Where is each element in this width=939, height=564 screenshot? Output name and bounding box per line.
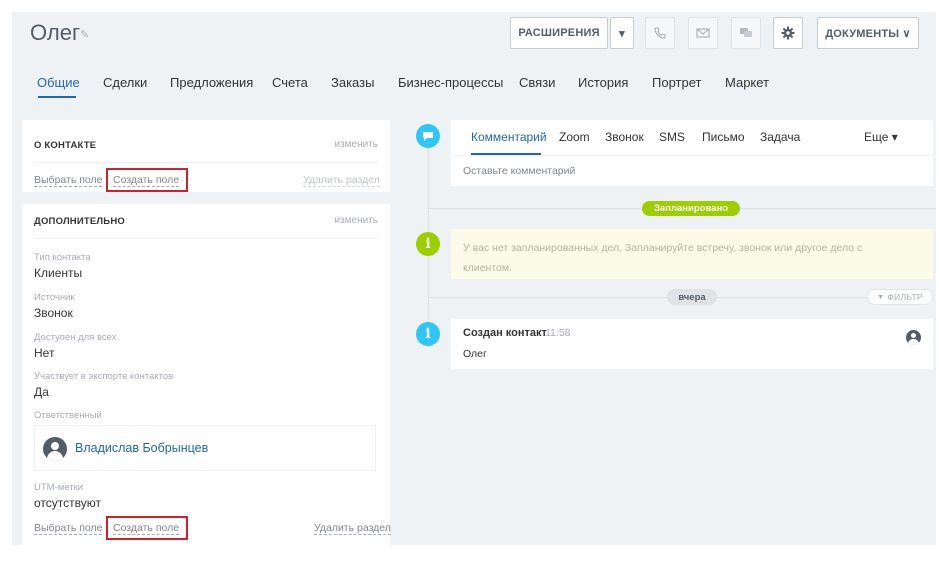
chat-bubbles-icon xyxy=(740,28,752,37)
chat-button[interactable] xyxy=(731,17,761,49)
field-label: Участвует в экспорте контактов xyxy=(34,371,174,382)
field-value: отсутствуют xyxy=(34,496,101,510)
delete-section-link[interactable]: Удалить раздел xyxy=(314,522,391,535)
avatar xyxy=(43,437,67,461)
info-icon: i xyxy=(416,232,440,256)
editor-tab-email[interactable]: Письмо xyxy=(702,130,745,144)
edit-title-icon[interactable]: ✎ xyxy=(80,28,89,41)
crm-contact-card: Олег ✎ РАСШИРЕНИЯ ▾ ДОКУМЕНТЫ ∨ Общие Сд… xyxy=(12,12,936,545)
main-tabs: Общие Сделки Предложения Счета Заказы Би… xyxy=(12,75,936,99)
activity-editor: Комментарий Zoom Звонок SMS Письмо Задач… xyxy=(451,120,933,186)
tab-deals[interactable]: Сделки xyxy=(103,75,147,90)
tab-invoices[interactable]: Счета xyxy=(272,75,308,90)
documents-button[interactable]: ДОКУМЕНТЫ ∨ xyxy=(817,17,919,49)
field-label: UTM-метки xyxy=(34,482,84,493)
history-divider xyxy=(429,297,867,298)
phone-icon xyxy=(654,27,666,39)
field-label: Ответственный xyxy=(34,410,102,421)
history-item: Создан контакт 11:58 Олег xyxy=(451,319,933,369)
panel-divider xyxy=(34,162,378,163)
tab-quotes[interactable]: Предложения xyxy=(170,75,253,90)
comment-input[interactable]: Оставьте комментарий xyxy=(463,165,575,177)
select-field-link[interactable]: Выбрать поле xyxy=(34,522,103,535)
info-icon: i xyxy=(416,322,440,346)
comment-icon xyxy=(416,124,440,148)
history-item-time: 11:58 xyxy=(545,327,571,339)
select-field-link[interactable]: Выбрать поле xyxy=(34,174,103,187)
planned-notice-text: У вас нет запланированных дел. Запланиру… xyxy=(463,242,863,274)
contact-info-panel: О КОНТАКТЕ изменить Выбрать поле Создать… xyxy=(22,120,390,192)
email-button[interactable] xyxy=(688,17,718,49)
highlight-box xyxy=(106,168,188,192)
field-value: Звонок xyxy=(34,306,73,320)
history-item-contact[interactable]: Олег xyxy=(463,348,487,360)
panel-divider xyxy=(34,238,378,239)
filter-button[interactable]: ▼ ФИЛЬТР xyxy=(867,289,933,305)
extensions-button[interactable]: РАСШИРЕНИЯ xyxy=(510,17,608,49)
envelope-icon xyxy=(696,28,710,38)
responsible-user-name[interactable]: Владислав Бобрынцев xyxy=(75,441,208,455)
planned-badge: Запланировано xyxy=(642,201,740,216)
tab-market[interactable]: Маркет xyxy=(725,75,769,90)
avatar-body xyxy=(47,451,63,461)
delete-section-link[interactable]: Удалить раздел xyxy=(303,174,380,187)
field-value: Да xyxy=(34,385,49,399)
panel-edit-link[interactable]: изменить xyxy=(334,215,378,226)
chevron-down-icon: ▾ xyxy=(619,27,625,40)
responsible-user-card[interactable]: Владислав Бобрынцев xyxy=(34,425,376,471)
tab-relations[interactable]: Связи xyxy=(519,75,555,90)
tab-general[interactable]: Общие xyxy=(37,75,80,90)
panel-edit-link[interactable]: изменить xyxy=(334,139,378,150)
panel-title: ДОПОЛНИТЕЛЬНО xyxy=(34,216,125,227)
field-value: Клиенты xyxy=(34,266,83,280)
editor-tab-more[interactable]: Еще ▾ xyxy=(864,130,898,144)
active-tab-indicator xyxy=(38,96,76,98)
extensions-label: РАСШИРЕНИЯ xyxy=(518,27,600,39)
editor-tab-sms[interactable]: SMS xyxy=(659,130,685,144)
filter-label: ФИЛЬТР xyxy=(887,292,923,302)
avatar-body xyxy=(908,339,919,345)
editor-tab-comment[interactable]: Комментарий xyxy=(471,130,547,144)
field-label: Источник xyxy=(34,292,75,303)
field-label: Доступен для всех xyxy=(34,332,117,343)
tab-orders[interactable]: Заказы xyxy=(331,75,374,90)
planned-empty-notice: У вас нет запланированных дел. Запланиру… xyxy=(451,229,933,279)
tab-business-processes[interactable]: Бизнес-процессы xyxy=(398,75,503,90)
field-label: Тип контакта xyxy=(34,252,91,263)
avatar-head xyxy=(51,442,59,450)
highlight-box xyxy=(106,516,188,540)
editor-tab-task[interactable]: Задача xyxy=(760,130,800,144)
additional-info-panel: ДОПОЛНИТЕЛЬНО изменить Тип контакта Клие… xyxy=(22,204,391,545)
date-badge: вчера xyxy=(667,289,717,305)
editor-divider xyxy=(451,155,933,156)
filter-icon: ▼ xyxy=(877,293,885,301)
author-avatar[interactable] xyxy=(906,330,921,345)
settings-button[interactable] xyxy=(773,17,803,49)
gear-icon xyxy=(781,26,795,40)
panel-title: О КОНТАКТЕ xyxy=(34,140,97,151)
extensions-dropdown-button[interactable]: ▾ xyxy=(610,17,634,49)
history-item-title: Создан контакт xyxy=(463,327,547,339)
documents-label: ДОКУМЕНТЫ ∨ xyxy=(825,27,911,40)
tab-history[interactable]: История xyxy=(578,75,628,90)
avatar-head xyxy=(911,333,916,338)
call-button[interactable] xyxy=(645,17,675,49)
editor-tab-zoom[interactable]: Zoom xyxy=(559,130,590,144)
editor-tab-call[interactable]: Звонок xyxy=(605,130,644,144)
field-value: Нет xyxy=(34,346,55,360)
tab-portrait[interactable]: Портрет xyxy=(652,75,701,90)
page-title: Олег xyxy=(30,20,80,45)
